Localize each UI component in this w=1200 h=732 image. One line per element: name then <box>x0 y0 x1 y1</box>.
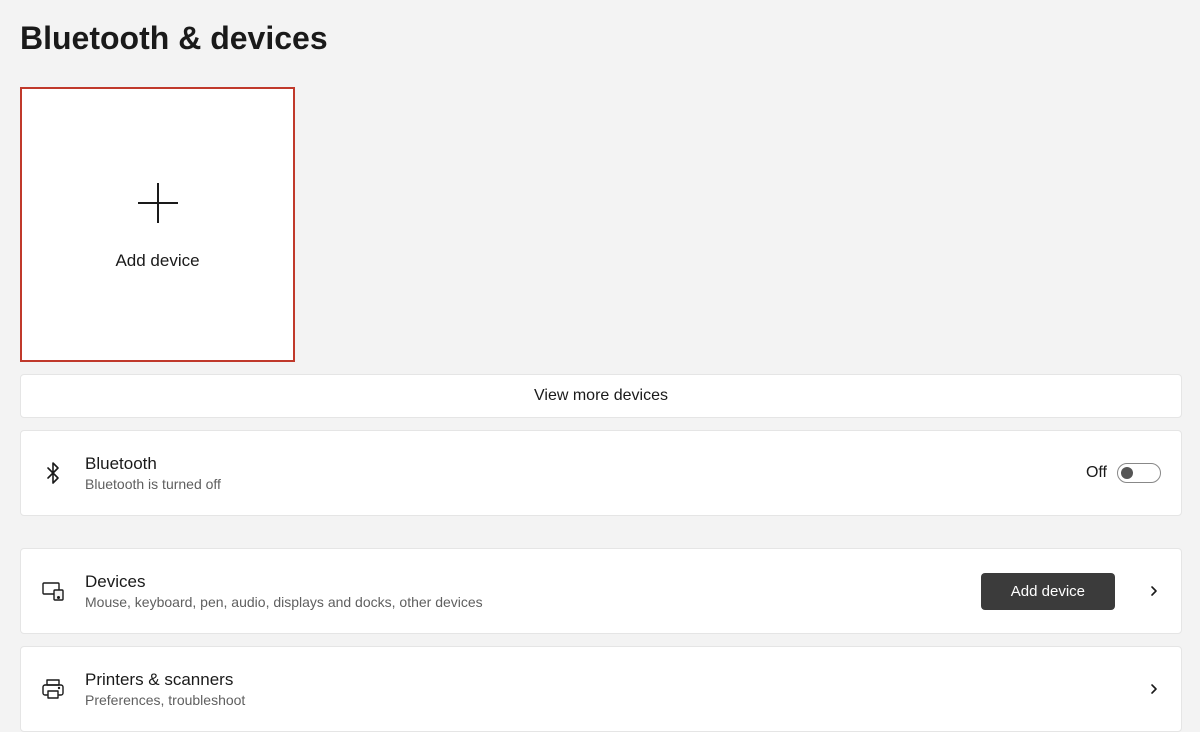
view-more-devices-button[interactable]: View more devices <box>20 374 1182 418</box>
chevron-right-icon <box>1147 682 1161 696</box>
view-more-label: View more devices <box>534 387 668 405</box>
printer-icon <box>41 677 65 701</box>
devices-icon <box>41 579 65 603</box>
bluetooth-toggle-group: Off <box>1086 463 1161 483</box>
bluetooth-row[interactable]: Bluetooth Bluetooth is turned off Off <box>20 430 1182 516</box>
add-device-tile-label: Add device <box>115 251 199 271</box>
bluetooth-subtitle: Bluetooth is turned off <box>85 476 1066 492</box>
devices-subtitle: Mouse, keyboard, pen, audio, displays an… <box>85 594 961 610</box>
devices-row[interactable]: Devices Mouse, keyboard, pen, audio, dis… <box>20 548 1182 634</box>
bluetooth-title: Bluetooth <box>85 454 1066 474</box>
printers-texts: Printers & scanners Preferences, trouble… <box>85 670 1127 708</box>
page-title: Bluetooth & devices <box>20 20 1180 57</box>
printers-subtitle: Preferences, troubleshoot <box>85 692 1127 708</box>
devices-title: Devices <box>85 572 961 592</box>
toggle-knob <box>1121 467 1133 479</box>
devices-texts: Devices Mouse, keyboard, pen, audio, dis… <box>85 572 961 610</box>
printers-title: Printers & scanners <box>85 670 1127 690</box>
bluetooth-toggle[interactable] <box>1117 463 1161 483</box>
bluetooth-toggle-state: Off <box>1086 464 1107 482</box>
add-device-tile[interactable]: Add device <box>20 87 295 362</box>
bluetooth-icon <box>41 461 65 485</box>
printers-row[interactable]: Printers & scanners Preferences, trouble… <box>20 646 1182 732</box>
chevron-right-icon <box>1147 584 1161 598</box>
add-device-button[interactable]: Add device <box>981 573 1115 610</box>
bluetooth-texts: Bluetooth Bluetooth is turned off <box>85 454 1066 492</box>
plus-icon <box>134 179 182 227</box>
